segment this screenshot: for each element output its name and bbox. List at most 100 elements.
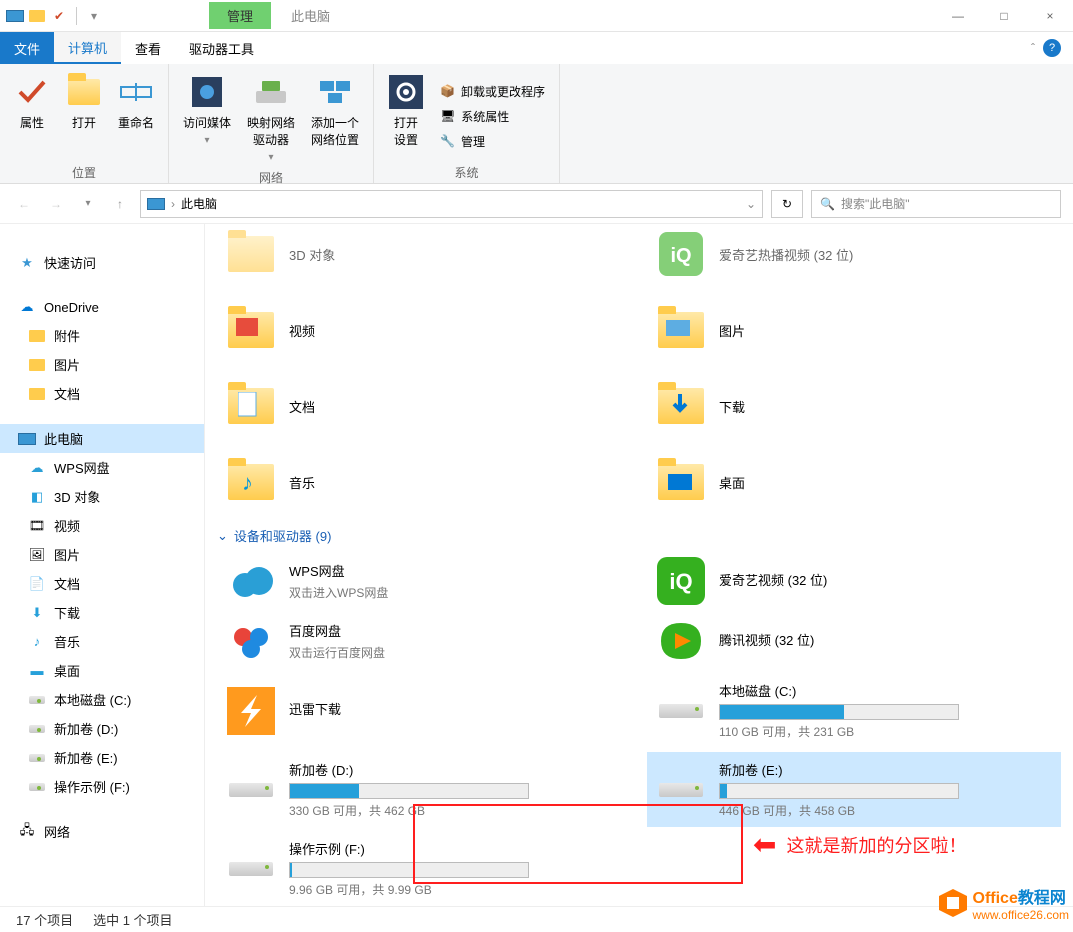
folder-documents[interactable]: 文档 [217,370,631,442]
pc-icon [147,198,165,210]
sidebar-drive-c[interactable]: 本地磁盘 (C:) [0,685,204,714]
tab-view[interactable]: 查看 [121,32,175,64]
section-devices[interactable]: ⌄ 设备和驱动器 (9) [217,518,1061,553]
app-baidu[interactable]: 百度网盘双击运行百度网盘 [217,613,631,669]
rename-icon [118,74,154,110]
app-xunlei[interactable]: 迅雷下载 [217,673,631,748]
sidebar-pictures[interactable]: 🖼图片 [0,540,204,569]
iqiyi-icon: iQ [655,228,707,280]
picture-folder-icon [655,304,707,356]
gear-icon [388,74,424,110]
folder-downloads[interactable]: 下载 [647,370,1061,442]
annotation: ⬅ 这就是新加的分区啦！ [753,828,966,861]
sidebar-videos[interactable]: 🎞视频 [0,511,204,540]
address-bar[interactable]: › 此电脑 ⌄ [140,190,763,218]
sidebar-downloads[interactable]: ⬇下载 [0,598,204,627]
sidebar: ★快速访问 ☁OneDrive 附件 图片 文档 此电脑 ☁WPS网盘 ◧3D … [0,224,205,906]
access-media-button[interactable]: 访问媒体 ▾ [179,70,235,167]
sidebar-network[interactable]: 🖧网络 [0,817,204,846]
monitor-icon: 🖥 [440,109,455,123]
ribbon: 属性 打开 重命名 位置 访问媒体 ▾ 映射网络 驱动器 ▾ [0,64,1073,184]
maximize-button[interactable]: □ [981,0,1027,32]
back-button[interactable]: ← [12,192,36,216]
system-properties-button[interactable]: 🖥 系统属性 [436,106,549,127]
context-tab-manage[interactable]: 管理 [209,2,271,29]
folder-3d[interactable]: 3D 对象 [217,224,631,290]
folder-music[interactable]: ♪音乐 [217,446,631,518]
app-wps[interactable]: WPS网盘双击进入WPS网盘 [217,553,631,609]
network-icon: 🖧 [18,823,36,841]
forward-button[interactable]: → [44,192,68,216]
folder-pictures[interactable]: 图片 [647,294,1061,366]
drive-d[interactable]: 新加卷 (D:)330 GB 可用，共 462 GB [217,752,631,827]
open-icon[interactable] [28,7,46,25]
sidebar-desktop[interactable]: ▬桌面 [0,656,204,685]
app-iqiyi-hot[interactable]: iQ爱奇艺热播视频 (32 位) [647,224,1061,290]
uninstall-label: 卸载或更改程序 [461,83,545,100]
sidebar-drive-e[interactable]: 新加卷 (E:) [0,743,204,772]
sidebar-quick-access[interactable]: ★快速访问 [0,248,204,277]
chevron-down-icon: ▾ [205,135,210,146]
manage-label: 管理 [461,133,485,150]
help-icon[interactable]: ? [1043,39,1061,57]
app-iqiyi[interactable]: iQ 爱奇艺视频 (32 位) [647,553,1061,609]
manage-button[interactable]: 🔧 管理 [436,131,549,152]
group-label-network: 网络 [179,167,363,186]
cube-folder-icon [225,228,277,280]
sidebar-drive-d[interactable]: 新加卷 (D:) [0,714,204,743]
chevron-down-icon[interactable]: ⌄ [746,197,756,211]
minimize-button[interactable]: — [935,0,981,32]
sidebar-3d[interactable]: ◧3D 对象 [0,482,204,511]
properties-icon[interactable]: ✔ [50,7,68,25]
status-selected-count: 选中 1 个项目 [93,910,172,929]
tab-computer[interactable]: 计算机 [54,32,121,64]
close-button[interactable]: × [1027,0,1073,32]
drive-icon [28,720,46,738]
breadcrumb[interactable]: 此电脑 [181,195,217,212]
folder-desktop[interactable]: 桌面 [647,446,1061,518]
search-input[interactable]: 🔍 搜索"此电脑" [811,190,1061,218]
tab-drive-tools[interactable]: 驱动器工具 [175,32,268,64]
sidebar-onedrive[interactable]: ☁OneDrive [0,293,204,321]
drive-icon [28,749,46,767]
sidebar-documents[interactable]: 📄文档 [0,569,204,598]
sidebar-wps[interactable]: ☁WPS网盘 [0,453,204,482]
open-button[interactable]: 打开 [62,70,106,162]
drive-icon [655,770,707,810]
tab-file[interactable]: 文件 [0,32,54,64]
sidebar-drive-f[interactable]: 操作示例 (F:) [0,772,204,801]
sidebar-music[interactable]: ♪音乐 [0,627,204,656]
app-tencent[interactable]: 腾讯视频 (32 位) [647,613,1061,669]
add-netloc-button[interactable]: 添加一个 网络位置 [307,70,363,167]
collapse-ribbon-icon[interactable]: ˆ [1031,41,1035,55]
title-bar: ✔ ▾ 管理 此电脑 — □ × [0,0,1073,32]
rename-button[interactable]: 重命名 [114,70,158,162]
map-drive-button[interactable]: 映射网络 驱动器 ▾ [243,70,299,167]
download-icon: ⬇ [28,604,46,622]
sidebar-od-pics[interactable]: 图片 [0,350,204,379]
drive-f[interactable]: 操作示例 (F:)9.96 GB 可用，共 9.99 GB [217,831,631,906]
folder-videos[interactable]: 视频 [217,294,631,366]
checkmark-icon [14,74,50,110]
wps-cloud-icon [225,561,277,601]
video-folder-icon [225,304,277,356]
usage-bar [289,862,529,878]
open-settings-button[interactable]: 打开 设置 [384,70,428,162]
media-label: 访问媒体 [183,114,231,131]
refresh-button[interactable]: ↻ [771,190,803,218]
explorer-body: ★快速访问 ☁OneDrive 附件 图片 文档 此电脑 ☁WPS网盘 ◧3D … [0,224,1073,906]
drive-c[interactable]: 本地磁盘 (C:)110 GB 可用，共 231 GB [647,673,1061,748]
group-label-system: 系统 [384,162,549,181]
add-netloc-label: 添加一个 网络位置 [311,114,359,148]
qat-dropdown-icon[interactable]: ▾ [85,7,103,25]
drive-e[interactable]: 新加卷 (E:)446 GB 可用，共 458 GB [647,752,1061,827]
sidebar-od-attach[interactable]: 附件 [0,321,204,350]
up-button[interactable]: ↑ [108,192,132,216]
uninstall-button[interactable]: 📦 卸载或更改程序 [436,81,549,102]
recent-dropdown[interactable]: ▾ [76,192,100,216]
sidebar-od-docs[interactable]: 文档 [0,379,204,408]
properties-button[interactable]: 属性 [10,70,54,162]
status-bar: 17 个项目 选中 1 个项目 [0,906,1073,932]
open-label: 打开 [72,114,96,131]
sidebar-this-pc[interactable]: 此电脑 [0,424,204,453]
